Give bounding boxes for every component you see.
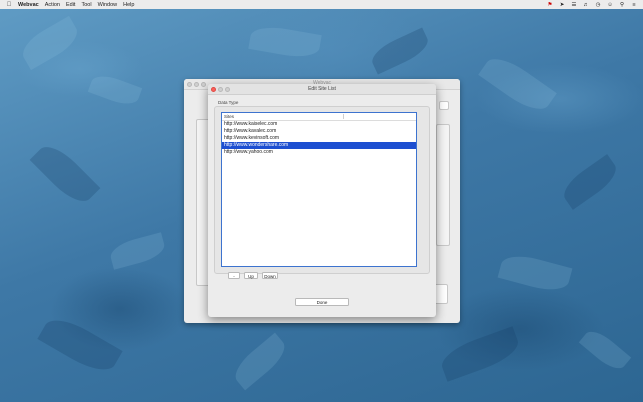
leaf-shape (248, 23, 322, 61)
menu-webvac[interactable]: Webvac (18, 2, 39, 8)
leaf-shape (437, 326, 523, 382)
sites-table[interactable]: Sites http://www.kaiselec.com http://www… (221, 112, 417, 267)
leaf-shape (578, 325, 632, 375)
remove-button[interactable]: - (228, 272, 240, 279)
up-button[interactable]: Up (244, 272, 258, 279)
edit-site-list-sheet: Edit Site List Data Type Sites http://ww… (208, 84, 436, 317)
leaf-shape (29, 138, 101, 210)
column-separator (343, 114, 344, 119)
minimize-button[interactable] (194, 81, 199, 87)
sheet-window-controls (211, 86, 230, 92)
location-arrow-icon[interactable]: ➤ (559, 2, 565, 8)
done-button[interactable]: Done (295, 298, 349, 306)
table-row[interactable]: http://www.kavalec.com (222, 128, 416, 135)
main-window-panel-right (436, 124, 450, 246)
sheet-minimize-button[interactable] (218, 86, 223, 92)
sites-header-label: Sites (224, 114, 235, 119)
menu-help[interactable]: Help (123, 2, 134, 8)
leaf-shape (557, 154, 623, 210)
leaf-shape (497, 250, 573, 296)
table-row[interactable]: http://www.kaiselec.com (222, 121, 416, 128)
menu-window[interactable]: Window (98, 2, 118, 8)
sheet-title: Edit Site List (208, 84, 436, 95)
table-row[interactable]: http://www.yahoo.com (222, 149, 416, 156)
main-window-dropdown[interactable] (439, 101, 449, 110)
menu-action[interactable]: Action (45, 2, 60, 8)
sites-column-header[interactable]: Sites (222, 113, 416, 121)
status-area: ⚑ ➤ ☰ ♬ ◷ ☺ ⚲ ≡ (547, 0, 637, 9)
search-icon[interactable]: ⚲ (619, 2, 625, 8)
leaf-shape (228, 332, 292, 391)
data-type-label: Data Type (218, 100, 239, 105)
leaf-shape (367, 27, 433, 75)
leaf-shape (107, 232, 168, 270)
clock-icon[interactable]: ◷ (595, 2, 601, 8)
close-button[interactable] (187, 81, 192, 87)
list-buttons: - Up Down (228, 272, 278, 279)
user-icon[interactable]: ☺ (607, 2, 613, 8)
menu-edit[interactable]: Edit (66, 2, 75, 8)
apple-menu-icon[interactable]:  (6, 2, 12, 8)
table-row-selected[interactable]: http://www.wondershare.com (222, 142, 416, 149)
window-controls (187, 81, 206, 87)
menu-tool[interactable]: Tool (81, 2, 91, 8)
wifi-icon[interactable]: ☰ (571, 2, 577, 8)
volume-icon[interactable]: ♬ (583, 2, 589, 8)
leaf-shape (17, 15, 83, 71)
zoom-button[interactable] (201, 81, 206, 87)
leaf-shape (87, 71, 143, 109)
sheet-close-button[interactable] (211, 86, 216, 92)
leaf-shape (37, 311, 123, 379)
leaf-shape (478, 50, 557, 118)
list-icon[interactable]: ≡ (631, 2, 637, 8)
flag-icon[interactable]: ⚑ (547, 2, 553, 8)
down-button[interactable]: Down (262, 272, 278, 279)
table-row[interactable]: http://www.kevinsoft.com (222, 135, 416, 142)
sheet-zoom-button[interactable] (225, 86, 230, 92)
